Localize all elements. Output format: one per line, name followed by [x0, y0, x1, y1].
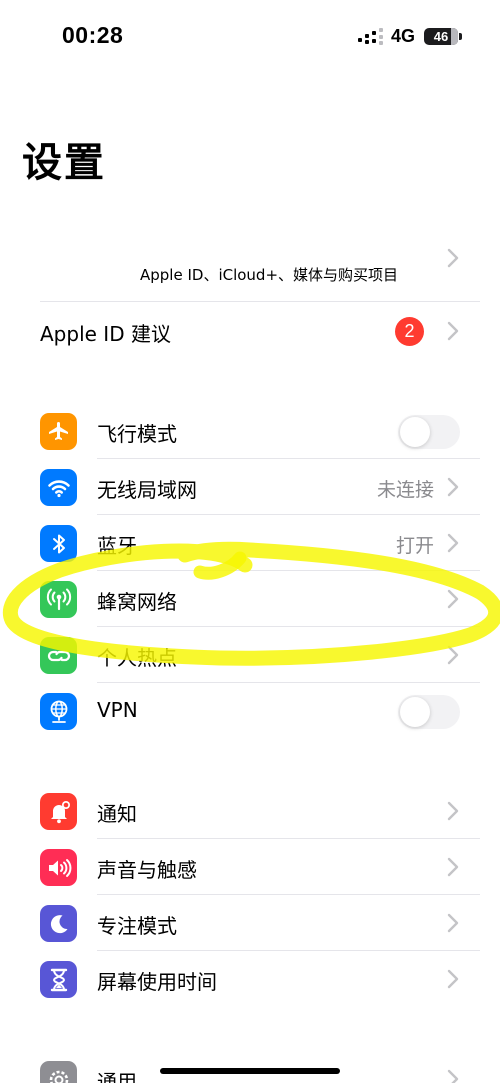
- settings-row-label: 专注模式: [97, 914, 177, 938]
- cellular-icon: [40, 581, 77, 618]
- status-bar: 00:28 4G 46: [0, 0, 500, 75]
- settings-row-bluetooth[interactable]: 蓝牙 打开: [0, 515, 500, 571]
- chevron-right-icon: [447, 913, 459, 933]
- settings-row-screen-time[interactable]: 屏幕使用时间: [0, 951, 500, 1007]
- chevron-right-icon: [447, 1069, 459, 1083]
- settings-row-personal-hotspot[interactable]: 个人热点: [0, 627, 500, 683]
- settings-row-focus[interactable]: 专注模式: [0, 895, 500, 951]
- hourglass-icon: [40, 961, 77, 998]
- notification-bell-icon: [40, 793, 77, 830]
- settings-row-label: VPN: [97, 698, 138, 722]
- chevron-right-icon: [447, 801, 459, 821]
- settings-row-cellular[interactable]: 蜂窝网络: [0, 571, 500, 627]
- battery-level: 46: [433, 29, 449, 44]
- network-type: 4G: [391, 26, 416, 46]
- settings-row-general[interactable]: 通用: [0, 1051, 500, 1083]
- settings-row-label: 通知: [97, 802, 137, 826]
- chevron-right-icon: [447, 477, 459, 497]
- settings-row-label: 个人热点: [97, 646, 177, 670]
- bluetooth-status-value: 打开: [395, 535, 434, 557]
- chevron-right-icon: [447, 321, 459, 341]
- airplane-icon: [40, 413, 77, 450]
- status-time: 00:28: [62, 22, 124, 48]
- settings-row-label: 声音与触感: [97, 858, 197, 882]
- settings-row-airplane-mode[interactable]: 飞行模式: [0, 403, 500, 459]
- settings-row-label: 飞行模式: [97, 422, 177, 446]
- settings-row-label: 屏幕使用时间: [97, 970, 217, 994]
- settings-row-sounds-haptics[interactable]: 声音与触感: [0, 839, 500, 895]
- settings-row-label: 蜂窝网络: [97, 590, 177, 614]
- settings-row-label: 蓝牙: [97, 534, 137, 558]
- wifi-icon: [40, 469, 77, 506]
- vpn-toggle[interactable]: [398, 695, 460, 729]
- airplane-mode-toggle[interactable]: [398, 415, 460, 449]
- chevron-right-icon: [447, 589, 459, 609]
- chevron-right-icon: [447, 645, 459, 665]
- chevron-right-icon: [447, 533, 459, 553]
- settings-row-wifi[interactable]: 无线局域网 未连接: [0, 459, 500, 515]
- bluetooth-icon: [40, 525, 77, 562]
- gear-icon: [40, 1061, 77, 1083]
- settings-row-vpn[interactable]: VPN: [0, 683, 500, 739]
- cellular-signal-icon: [358, 28, 383, 45]
- settings-row-label: 无线局域网: [97, 478, 197, 502]
- divider: [40, 301, 480, 302]
- account-avatar-blur: [70, 262, 140, 288]
- chevron-right-icon: [447, 248, 459, 268]
- wifi-status-value: 未连接: [376, 479, 434, 501]
- chevron-right-icon: [447, 969, 459, 989]
- vpn-globe-icon: [40, 693, 77, 730]
- notification-badge: 2: [395, 317, 424, 346]
- apple-id-suggestions-label: Apple ID 建议: [40, 322, 171, 346]
- settings-row-label: 通用: [97, 1070, 137, 1083]
- moon-icon: [40, 905, 77, 942]
- speaker-icon: [40, 849, 77, 886]
- page-title: 设置: [22, 140, 106, 186]
- apple-id-suggestions-row[interactable]: Apple ID 建议 2: [0, 303, 500, 359]
- battery-cap: [459, 33, 462, 40]
- battery-icon: 46: [424, 28, 458, 45]
- hotspot-icon: [40, 637, 77, 674]
- chevron-right-icon: [447, 857, 459, 877]
- home-indicator[interactable]: [160, 1068, 340, 1074]
- settings-row-notifications[interactable]: 通知: [0, 783, 500, 839]
- apple-id-subtitle: Apple ID、iCloud+、媒体与购买项目: [140, 266, 399, 284]
